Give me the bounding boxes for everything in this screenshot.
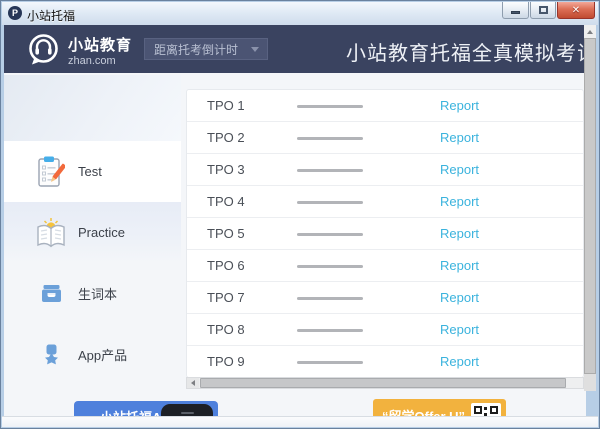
- progress-line: [297, 201, 363, 204]
- tpo-label: TPO 5: [207, 226, 245, 241]
- sidebar-banner: [4, 75, 181, 141]
- medal-icon: [34, 344, 68, 365]
- table-row[interactable]: TPO 4 Report: [187, 186, 583, 218]
- footer: 小站托福APP “留学Offer U”: [4, 388, 586, 418]
- progress-line: [297, 265, 363, 268]
- sidebar-item-wordbook[interactable]: 生词本: [4, 263, 181, 324]
- tpo-label: TPO 6: [207, 258, 245, 273]
- tpo-label: TPO 7: [207, 290, 245, 305]
- brand-name: 小站教育: [68, 36, 133, 54]
- progress-line: [297, 137, 363, 140]
- table-row[interactable]: TPO 5 Report: [187, 218, 583, 250]
- close-button[interactable]: ✕: [557, 2, 595, 19]
- clipboard-pencil-icon: [34, 155, 68, 188]
- report-link[interactable]: Report: [440, 130, 479, 145]
- table-row[interactable]: TPO 8 Report: [187, 314, 583, 346]
- scroll-up-button[interactable]: [584, 25, 596, 38]
- arrow-left-icon: [191, 380, 195, 386]
- progress-line: [297, 169, 363, 172]
- scroll-left-button[interactable]: [187, 378, 199, 388]
- tpo-label: TPO 1: [207, 98, 245, 113]
- horizontal-scroll-thumb[interactable]: [200, 378, 566, 388]
- page-title: 小站教育托福全真模拟考试: [346, 43, 586, 65]
- app-header: 小站教育 zhan.com 距离托考倒计时 小站教育托福全真模拟考试: [4, 25, 586, 73]
- progress-line: [297, 297, 363, 300]
- sidebar-item-label: App产品: [78, 348, 128, 363]
- window-bottom-frame: [2, 416, 598, 427]
- minimize-button[interactable]: [502, 2, 529, 19]
- countdown-dropdown[interactable]: 距离托考倒计时: [144, 38, 268, 60]
- tpo-label: TPO 2: [207, 130, 245, 145]
- main-area: Test Practice 生词本 App产品 TPO 1 Report TPO…: [4, 73, 586, 418]
- sidebar-item-label: Practice: [78, 225, 125, 240]
- tpo-list: TPO 1 Report TPO 2 Report TPO 3 Report T…: [186, 89, 584, 378]
- table-row[interactable]: TPO 7 Report: [187, 282, 583, 314]
- report-link[interactable]: Report: [440, 226, 479, 241]
- report-link[interactable]: Report: [440, 258, 479, 273]
- report-link[interactable]: Report: [440, 322, 479, 337]
- report-link[interactable]: Report: [440, 354, 479, 369]
- sidebar-item-practice[interactable]: Practice: [4, 202, 181, 263]
- report-link[interactable]: Report: [440, 290, 479, 305]
- close-icon: ✕: [571, 4, 581, 16]
- sidebar: Test Practice 生词本 App产品: [4, 73, 181, 418]
- book-bulb-icon: [34, 217, 68, 249]
- arrow-up-icon: [587, 29, 593, 34]
- app-logo-icon: P: [8, 6, 22, 20]
- titlebar[interactable]: P 小站托福 ✕: [2, 2, 598, 25]
- table-row[interactable]: TPO 9 Report: [187, 346, 583, 378]
- window-controls: ✕: [501, 2, 595, 20]
- sidebar-item-label: 生词本: [78, 287, 118, 302]
- countdown-dropdown-value: 距离托考倒计时: [154, 42, 239, 57]
- tpo-rows: TPO 1 Report TPO 2 Report TPO 3 Report T…: [187, 90, 583, 378]
- table-row[interactable]: TPO 6 Report: [187, 250, 583, 282]
- tpo-label: TPO 4: [207, 194, 245, 209]
- headset-bubble-icon: [29, 34, 58, 65]
- report-link[interactable]: Report: [440, 98, 479, 113]
- sidebar-item-test[interactable]: Test: [4, 141, 181, 202]
- report-link[interactable]: Report: [440, 194, 479, 209]
- table-row[interactable]: TPO 3 Report: [187, 154, 583, 186]
- window-title: 小站托福: [27, 9, 76, 23]
- maximize-button[interactable]: [530, 2, 556, 19]
- report-link[interactable]: Report: [440, 162, 479, 177]
- minimize-icon: [511, 11, 520, 14]
- app-window: P 小站托福 ✕ 小站教育 zhan.com 距离托考倒计时 小站教育托福全真模…: [0, 0, 600, 429]
- chevron-down-icon: [251, 46, 259, 52]
- vertical-scrollbar[interactable]: [584, 25, 596, 391]
- progress-line: [297, 105, 363, 108]
- vertical-scroll-thumb[interactable]: [584, 38, 596, 374]
- tpo-label: TPO 3: [207, 162, 245, 177]
- table-row[interactable]: TPO 2 Report: [187, 122, 583, 154]
- maximize-icon: [538, 6, 548, 14]
- tpo-label: TPO 9: [207, 354, 245, 369]
- sidebar-item-app-products[interactable]: App产品: [4, 324, 181, 385]
- progress-line: [297, 361, 363, 364]
- table-row[interactable]: TPO 1 Report: [187, 90, 583, 122]
- brand-domain: zhan.com: [68, 54, 116, 67]
- sidebar-item-label: Test: [78, 164, 102, 179]
- wordbook-box-icon: [34, 284, 68, 303]
- brand-logo: 小站教育 zhan.com: [26, 32, 132, 68]
- tpo-label: TPO 8: [207, 322, 245, 337]
- progress-line: [297, 233, 363, 236]
- progress-line: [297, 329, 363, 332]
